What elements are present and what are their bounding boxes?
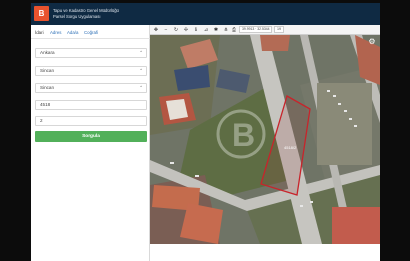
chevron-icon: ⌃: [139, 50, 143, 55]
tab-ada[interactable]: Ada/a: [67, 30, 78, 35]
query-button[interactable]: Sorgula: [35, 131, 147, 142]
district-value: Sincan: [40, 68, 55, 73]
block-input[interactable]: 4518: [35, 100, 147, 110]
ruler-icon[interactable]: ⊿: [202, 26, 210, 34]
province-value: Ankara: [40, 50, 55, 55]
satellite-map[interactable]: B ✥ − ↻ ✢ ℹ ⊿ ✱ ⋔ ⎙ 39.9913 · 32.5344 19…: [150, 25, 380, 244]
tab-cografi[interactable]: Coğrafi: [84, 30, 98, 35]
share-icon[interactable]: ⋔: [222, 26, 230, 34]
org-line-2: Parsel Sorgu Uygulaması: [53, 13, 101, 19]
organization-title: Tapu ve Kadastro Genel Müdürlüğü Parsel …: [53, 8, 119, 19]
map-toolbar: ✥ − ↻ ✢ ℹ ⊿ ✱ ⋔ ⎙ 39.9913 · 32.5344 19: [150, 25, 380, 35]
neighborhood-select[interactable]: Sincan ⌃: [35, 83, 147, 93]
parcel-label: 4518/2: [284, 145, 297, 150]
move-icon[interactable]: ✥: [152, 26, 160, 34]
query-tabs: İdari Adres Ada/a Coğrafi: [31, 27, 150, 39]
info-icon[interactable]: ℹ: [192, 26, 200, 34]
block-value: 4518: [40, 102, 51, 107]
settings-gear-icon[interactable]: ⚙: [367, 37, 377, 47]
device-frame: B Tapu ve Kadastro Genel Müdürlüğü Parse…: [0, 0, 410, 261]
neighborhood-value: Sincan: [40, 85, 55, 90]
chevron-icon: ⌃: [139, 85, 143, 90]
print-icon[interactable]: ⎙: [230, 26, 238, 34]
star-icon[interactable]: ✱: [212, 26, 220, 34]
map-imagery: B: [150, 25, 380, 244]
tab-idari[interactable]: İdari: [35, 30, 44, 35]
query-panel: İdari Adres Ada/a Coğrafi Ankara ⌃ Sinca…: [31, 25, 150, 261]
parcel-input[interactable]: 2: [35, 116, 147, 126]
top-bar: B Tapu ve Kadastro Genel Müdürlüğü Parse…: [31, 3, 380, 25]
chevron-icon: ⌃: [139, 68, 143, 73]
org-line-1: Tapu ve Kadastro Genel Müdürlüğü: [53, 8, 119, 13]
svg-text:B: B: [232, 117, 255, 153]
coordinate-readout: 39.9913 · 32.5344: [239, 26, 272, 33]
parcel-value: 2: [40, 118, 43, 123]
refresh-icon[interactable]: ↻: [172, 26, 180, 34]
logo: B: [34, 6, 49, 21]
pan-icon[interactable]: ✢: [182, 26, 190, 34]
tab-adres[interactable]: Adres: [50, 30, 61, 35]
app-window: B Tapu ve Kadastro Genel Müdürlüğü Parse…: [31, 3, 380, 261]
zoom-level[interactable]: 19: [274, 26, 284, 33]
minus-icon[interactable]: −: [162, 26, 170, 34]
district-select[interactable]: Sincan ⌃: [35, 66, 147, 76]
province-select[interactable]: Ankara ⌃: [35, 48, 147, 58]
